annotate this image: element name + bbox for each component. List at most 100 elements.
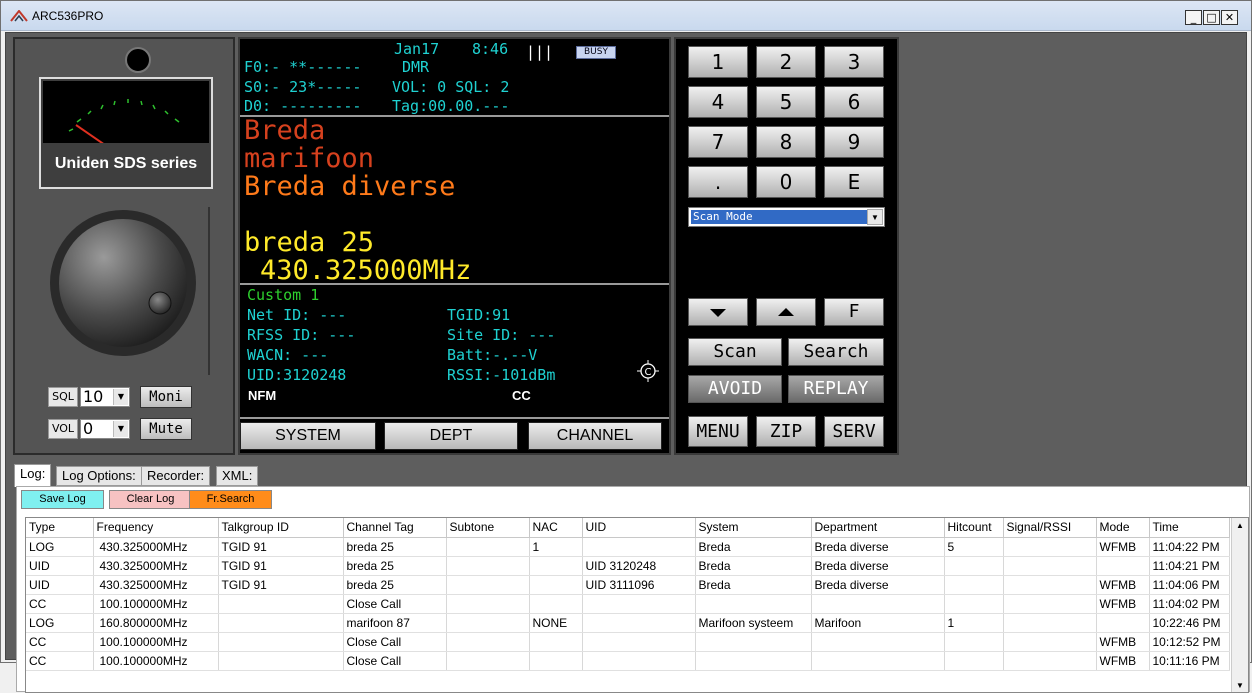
scroll-up-icon[interactable]: ▲ (1232, 518, 1248, 534)
table-cell: 1 (529, 537, 583, 557)
key-6[interactable]: 6 (824, 86, 884, 118)
arrow-up-icon (778, 308, 794, 316)
tab-log[interactable]: Log: (14, 464, 52, 487)
column-header[interactable]: Department (811, 518, 945, 538)
tab-xml[interactable]: XML: (216, 466, 259, 486)
table-cell: UID 3120248 (582, 556, 696, 576)
clear-log-button[interactable]: Clear Log (109, 490, 192, 509)
table-cell (695, 632, 812, 652)
table-cell: breda 25 (343, 575, 447, 595)
table-row[interactable]: LOG 160.800000MHz marifoon 87 NONE Marifoon … (26, 613, 1230, 633)
minimize-button[interactable]: _ (1185, 10, 1202, 25)
system-button[interactable]: SYSTEM (240, 422, 376, 450)
search-button[interactable]: Search (788, 338, 884, 366)
column-header[interactable]: Talkgroup ID (218, 518, 344, 538)
save-log-button[interactable]: Save Log (21, 490, 104, 509)
column-header[interactable]: UID (582, 518, 696, 538)
table-row[interactable]: LOG 430.325000MHz TGID 91 breda 25 1 Breda Bre… (26, 537, 1230, 557)
key-4[interactable]: 4 (688, 86, 748, 118)
key-2[interactable]: 2 (756, 46, 816, 78)
key-e[interactable]: E (824, 166, 884, 198)
column-header[interactable]: Hitcount (944, 518, 1004, 538)
s0-text: S0:- 23*----- (244, 78, 362, 96)
column-header[interactable]: NAC (529, 518, 583, 538)
table-cell (446, 537, 530, 557)
scan-button[interactable]: Scan (688, 338, 782, 366)
tab-log-options[interactable]: Log Options: (56, 466, 142, 486)
log-panel: Save Log Clear Log Fr.Search Type Frequen… (16, 486, 1250, 693)
table-cell (944, 632, 1004, 652)
table-cell (1003, 537, 1097, 557)
batt-text: Batt:-.--V (447, 346, 538, 364)
column-header[interactable]: Subtone (446, 518, 530, 538)
dept-button[interactable]: DEPT (384, 422, 518, 450)
key-1[interactable]: 1 (688, 46, 748, 78)
channel-button[interactable]: CHANNEL (528, 422, 662, 450)
table-cell: 430.325000MHz (93, 556, 219, 576)
sql-select[interactable]: 10 ▼ (80, 387, 130, 407)
table-cell (529, 575, 583, 595)
vertical-scrollbar[interactable]: ▲ ▼ (1231, 518, 1248, 692)
serv-button[interactable]: SERV (824, 416, 884, 447)
key-5[interactable]: 5 (756, 86, 816, 118)
scanner-panel: Uniden SDS series SQL 10 ▼ Moni VOL 0 ▼ Mu… (5, 32, 1250, 693)
keypad-panel: 1 2 3 4 5 6 7 8 9 . 0 E Scan Mode ▼ F Sc… (674, 37, 899, 455)
volume-knob[interactable] (45, 207, 215, 377)
column-header[interactable]: Time (1149, 518, 1230, 538)
busy-badge: BUSY (576, 46, 616, 59)
table-cell: WFMB (1096, 594, 1150, 614)
replay-button[interactable]: REPLAY (788, 375, 884, 403)
key-3[interactable]: 3 (824, 46, 884, 78)
close-button[interactable]: ✕ (1221, 10, 1238, 25)
mute-button[interactable]: Mute (140, 418, 192, 440)
column-header[interactable]: Mode (1096, 518, 1150, 538)
zip-button[interactable]: ZIP (756, 416, 816, 447)
table-cell (529, 632, 583, 652)
scan-mode-select[interactable]: Scan Mode ▼ (688, 207, 885, 227)
table-cell: WFMB (1096, 632, 1150, 652)
column-header[interactable]: Frequency (93, 518, 219, 538)
table-cell (582, 537, 696, 557)
scanner-display: Jan17 8:46 ||| BUSY F0:- **------ DMR S0… (238, 37, 671, 455)
table-cell: Breda diverse (811, 556, 945, 576)
table-row[interactable]: UID 430.325000MHz TGID 91 breda 25 UID 31202… (26, 556, 1230, 576)
date-text: Jan17 (394, 40, 440, 58)
down-arrow-button[interactable] (688, 298, 748, 326)
table-row[interactable]: CC 100.100000MHz Close Call WFMB 10:11:16 PM (26, 651, 1230, 671)
maximize-button[interactable]: □ (1203, 10, 1220, 25)
avoid-button[interactable]: AVOID (688, 375, 782, 403)
moni-button[interactable]: Moni (140, 386, 192, 408)
table-cell: NONE (529, 613, 583, 633)
scroll-down-icon[interactable]: ▼ (1232, 678, 1248, 692)
key-7[interactable]: 7 (688, 126, 748, 158)
table-cell (218, 613, 344, 633)
tab-recorder[interactable]: Recorder: (141, 466, 211, 486)
vol-select[interactable]: 0 ▼ (80, 419, 130, 439)
table-cell: 100.100000MHz (93, 651, 219, 671)
menu-button[interactable]: MENU (688, 416, 748, 447)
key-0[interactable]: 0 (756, 166, 816, 198)
table-cell (446, 651, 530, 671)
table-cell (1003, 594, 1097, 614)
tag-text: Tag:00.00.--- (392, 97, 510, 115)
key-9[interactable]: 9 (824, 126, 884, 158)
up-arrow-button[interactable] (756, 298, 816, 326)
column-header[interactable]: Channel Tag (343, 518, 447, 538)
column-header[interactable]: Signal/RSSI (1003, 518, 1097, 538)
table-row[interactable]: UID 430.325000MHz TGID 91 breda 25 UID 31110… (26, 575, 1230, 595)
system-name: Breda (244, 115, 326, 146)
fr-search-button[interactable]: Fr.Search (189, 490, 272, 509)
table-row[interactable]: CC 100.100000MHz Close Call WFMB 11:04:02 PM (26, 594, 1230, 614)
scan-mode-value: Scan Mode (691, 210, 867, 224)
table-cell: CC (26, 651, 94, 671)
key-dot[interactable]: . (688, 166, 748, 198)
table-cell: CC (26, 632, 94, 652)
crosshair-icon[interactable]: C (636, 359, 660, 383)
column-header[interactable]: System (695, 518, 812, 538)
key-8[interactable]: 8 (756, 126, 816, 158)
table-cell (811, 594, 945, 614)
table-row[interactable]: CC 100.100000MHz Close Call WFMB 10:12:52 PM (26, 632, 1230, 652)
column-header[interactable]: Type (26, 518, 94, 538)
table-cell (811, 632, 945, 652)
f-button[interactable]: F (824, 298, 884, 326)
